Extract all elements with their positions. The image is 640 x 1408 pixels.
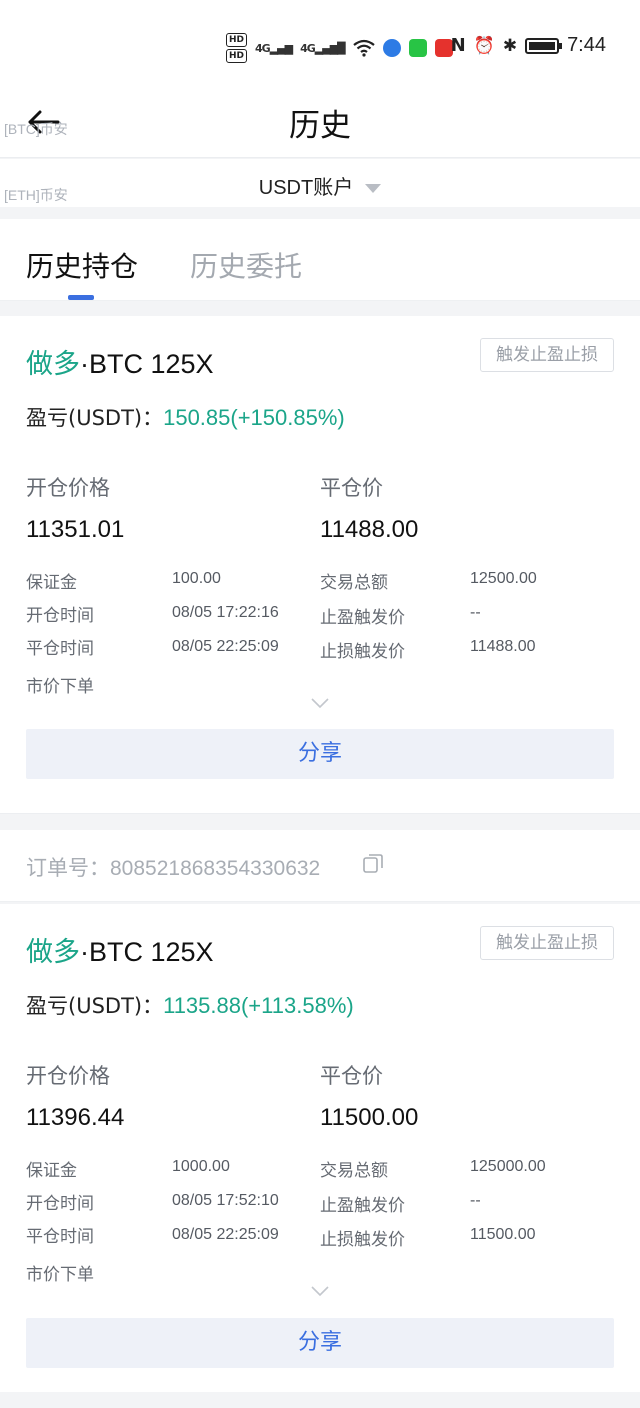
tp-trigger-label: 止盈触发价 <box>320 1196 405 1216</box>
signal-1-label: 4G <box>255 41 271 55</box>
status-right: N ⏰ ✱ 7:44 <box>451 34 606 57</box>
position-symbol: ·BTC 125X <box>80 937 214 967</box>
pnl-label: 盈亏(USDT)： <box>26 994 164 1018</box>
open-time-value: 08/05 17:22:16 <box>172 604 279 621</box>
share-button[interactable]: 分享 <box>26 1318 614 1368</box>
position-title: 做多·BTC 125X <box>26 930 214 969</box>
page-title: 历史 <box>289 108 351 144</box>
order-number: 订单号：808521868354330632 <box>26 852 320 882</box>
watermark-btc: [BTC]币安 <box>4 121 68 137</box>
chevron-down-icon[interactable] <box>310 1284 330 1298</box>
app-notify-green-icon <box>408 39 427 57</box>
margin-label: 保证金 <box>26 1161 77 1181</box>
pnl-row: 盈亏(USDT)：150.85(+150.85%) <box>26 402 345 432</box>
position-direction: 做多 <box>26 349 80 379</box>
order-number-value: 808521868354330632 <box>110 857 321 880</box>
close-price-value: 11488.00 <box>320 516 419 543</box>
tab-history-orders[interactable]: 历史委托 <box>190 245 302 285</box>
close-time-value: 08/05 22:25:09 <box>172 638 279 655</box>
tp-trigger-value: -- <box>470 1192 481 1209</box>
open-time-label: 开仓时间 <box>26 606 94 626</box>
sl-trigger-value: 11500.00 <box>470 1226 536 1243</box>
open-time-value: 08/05 17:52:10 <box>172 1192 279 1209</box>
trigger-tp-sl-button[interactable]: 触发止盈止损 <box>480 926 614 960</box>
app-notify-blue-icon <box>382 39 401 57</box>
account-selector[interactable]: USDT账户 <box>0 171 640 200</box>
position-symbol: ·BTC 125X <box>80 349 214 379</box>
trade-total-label: 交易总额 <box>320 573 388 593</box>
nfc-icon: N <box>450 35 466 56</box>
hd-badge-2: HD <box>226 49 248 63</box>
tab-history-positions[interactable]: 历史持仓 <box>26 245 138 285</box>
close-price-label: 平仓价 <box>320 476 383 500</box>
tab-active-indicator <box>68 295 94 300</box>
sl-trigger-label: 止损触发价 <box>320 642 405 662</box>
position-card-1: 做多·BTC 125X 触发止盈止损 盈亏(USDT)：150.85(+150.… <box>0 316 640 814</box>
signal-2-label: 4G <box>300 41 316 55</box>
tab-bar: 历史持仓 历史委托 <box>0 219 640 301</box>
tp-trigger-label: 止盈触发价 <box>320 608 405 628</box>
account-selector-bar: [ETH]币安 USDT账户 <box>0 159 640 207</box>
close-time-label: 平仓时间 <box>26 639 94 659</box>
caret-down-icon <box>365 184 382 194</box>
share-button[interactable]: 分享 <box>26 729 614 779</box>
alarm-icon: ⏰ <box>473 35 495 56</box>
order-type-label: 市价下单 <box>26 677 94 697</box>
open-time-label: 开仓时间 <box>26 1194 94 1214</box>
order-number-label: 订单号： <box>26 857 110 880</box>
copy-icon[interactable] <box>362 852 384 874</box>
margin-value: 100.00 <box>172 570 221 587</box>
open-price-value: 11351.01 <box>26 516 125 543</box>
close-price-value: 11500.00 <box>320 1104 419 1131</box>
hd-badge-1: HD <box>226 33 248 47</box>
trade-total-value: 125000.00 <box>470 1158 546 1175</box>
close-time-value: 08/05 22:25:09 <box>172 1226 279 1243</box>
position-title: 做多·BTC 125X <box>26 342 214 381</box>
wifi-icon <box>352 39 375 57</box>
battery-icon <box>525 37 563 54</box>
clock: 7:44 <box>567 34 606 56</box>
signal-1-icon: 4G▂▄▆ <box>255 41 293 55</box>
tp-trigger-value: -- <box>470 604 481 621</box>
open-price-label: 开仓价格 <box>26 476 110 500</box>
margin-label: 保证金 <box>26 573 77 593</box>
position-card-2: 做多·BTC 125X 触发止盈止损 盈亏(USDT)：1135.88(+113… <box>0 904 640 1392</box>
position-direction: 做多 <box>26 937 80 967</box>
bluetooth-icon: ✱ <box>502 35 518 56</box>
margin-value: 1000.00 <box>172 1158 230 1175</box>
pnl-value: 1135.88(+113.58%) <box>163 993 354 1018</box>
status-icons: HD HD 4G▂▄▆ 4G▂▄▆█ <box>226 30 453 66</box>
signal-2-icon: 4G▂▄▆█ <box>300 41 346 55</box>
close-time-label: 平仓时间 <box>26 1227 94 1247</box>
close-price-label: 平仓价 <box>320 1064 383 1088</box>
pnl-value: 150.85(+150.85%) <box>163 405 345 430</box>
sl-trigger-value: 11488.00 <box>470 638 536 655</box>
trigger-tp-sl-button[interactable]: 触发止盈止损 <box>480 338 614 372</box>
trade-total-label: 交易总额 <box>320 1161 388 1181</box>
chevron-down-icon[interactable] <box>310 696 330 710</box>
trade-total-value: 12500.00 <box>470 570 537 587</box>
page-header: 历史 [BTC]币安 <box>0 90 640 158</box>
sl-trigger-label: 止损触发价 <box>320 1230 405 1250</box>
pnl-row: 盈亏(USDT)：1135.88(+113.58%) <box>26 990 354 1020</box>
order-number-bar: 订单号：808521868354330632 <box>0 830 640 902</box>
open-price-value: 11396.44 <box>26 1104 125 1131</box>
hd-badges: HD HD <box>226 33 248 63</box>
status-bar: HD HD 4G▂▄▆ 4G▂▄▆█ N ⏰ ✱ 7:44 <box>0 0 640 90</box>
pnl-label: 盈亏(USDT)： <box>26 406 164 430</box>
open-price-label: 开仓价格 <box>26 1064 110 1088</box>
order-type-label: 市价下单 <box>26 1265 94 1285</box>
account-label: USDT账户 <box>258 177 354 199</box>
